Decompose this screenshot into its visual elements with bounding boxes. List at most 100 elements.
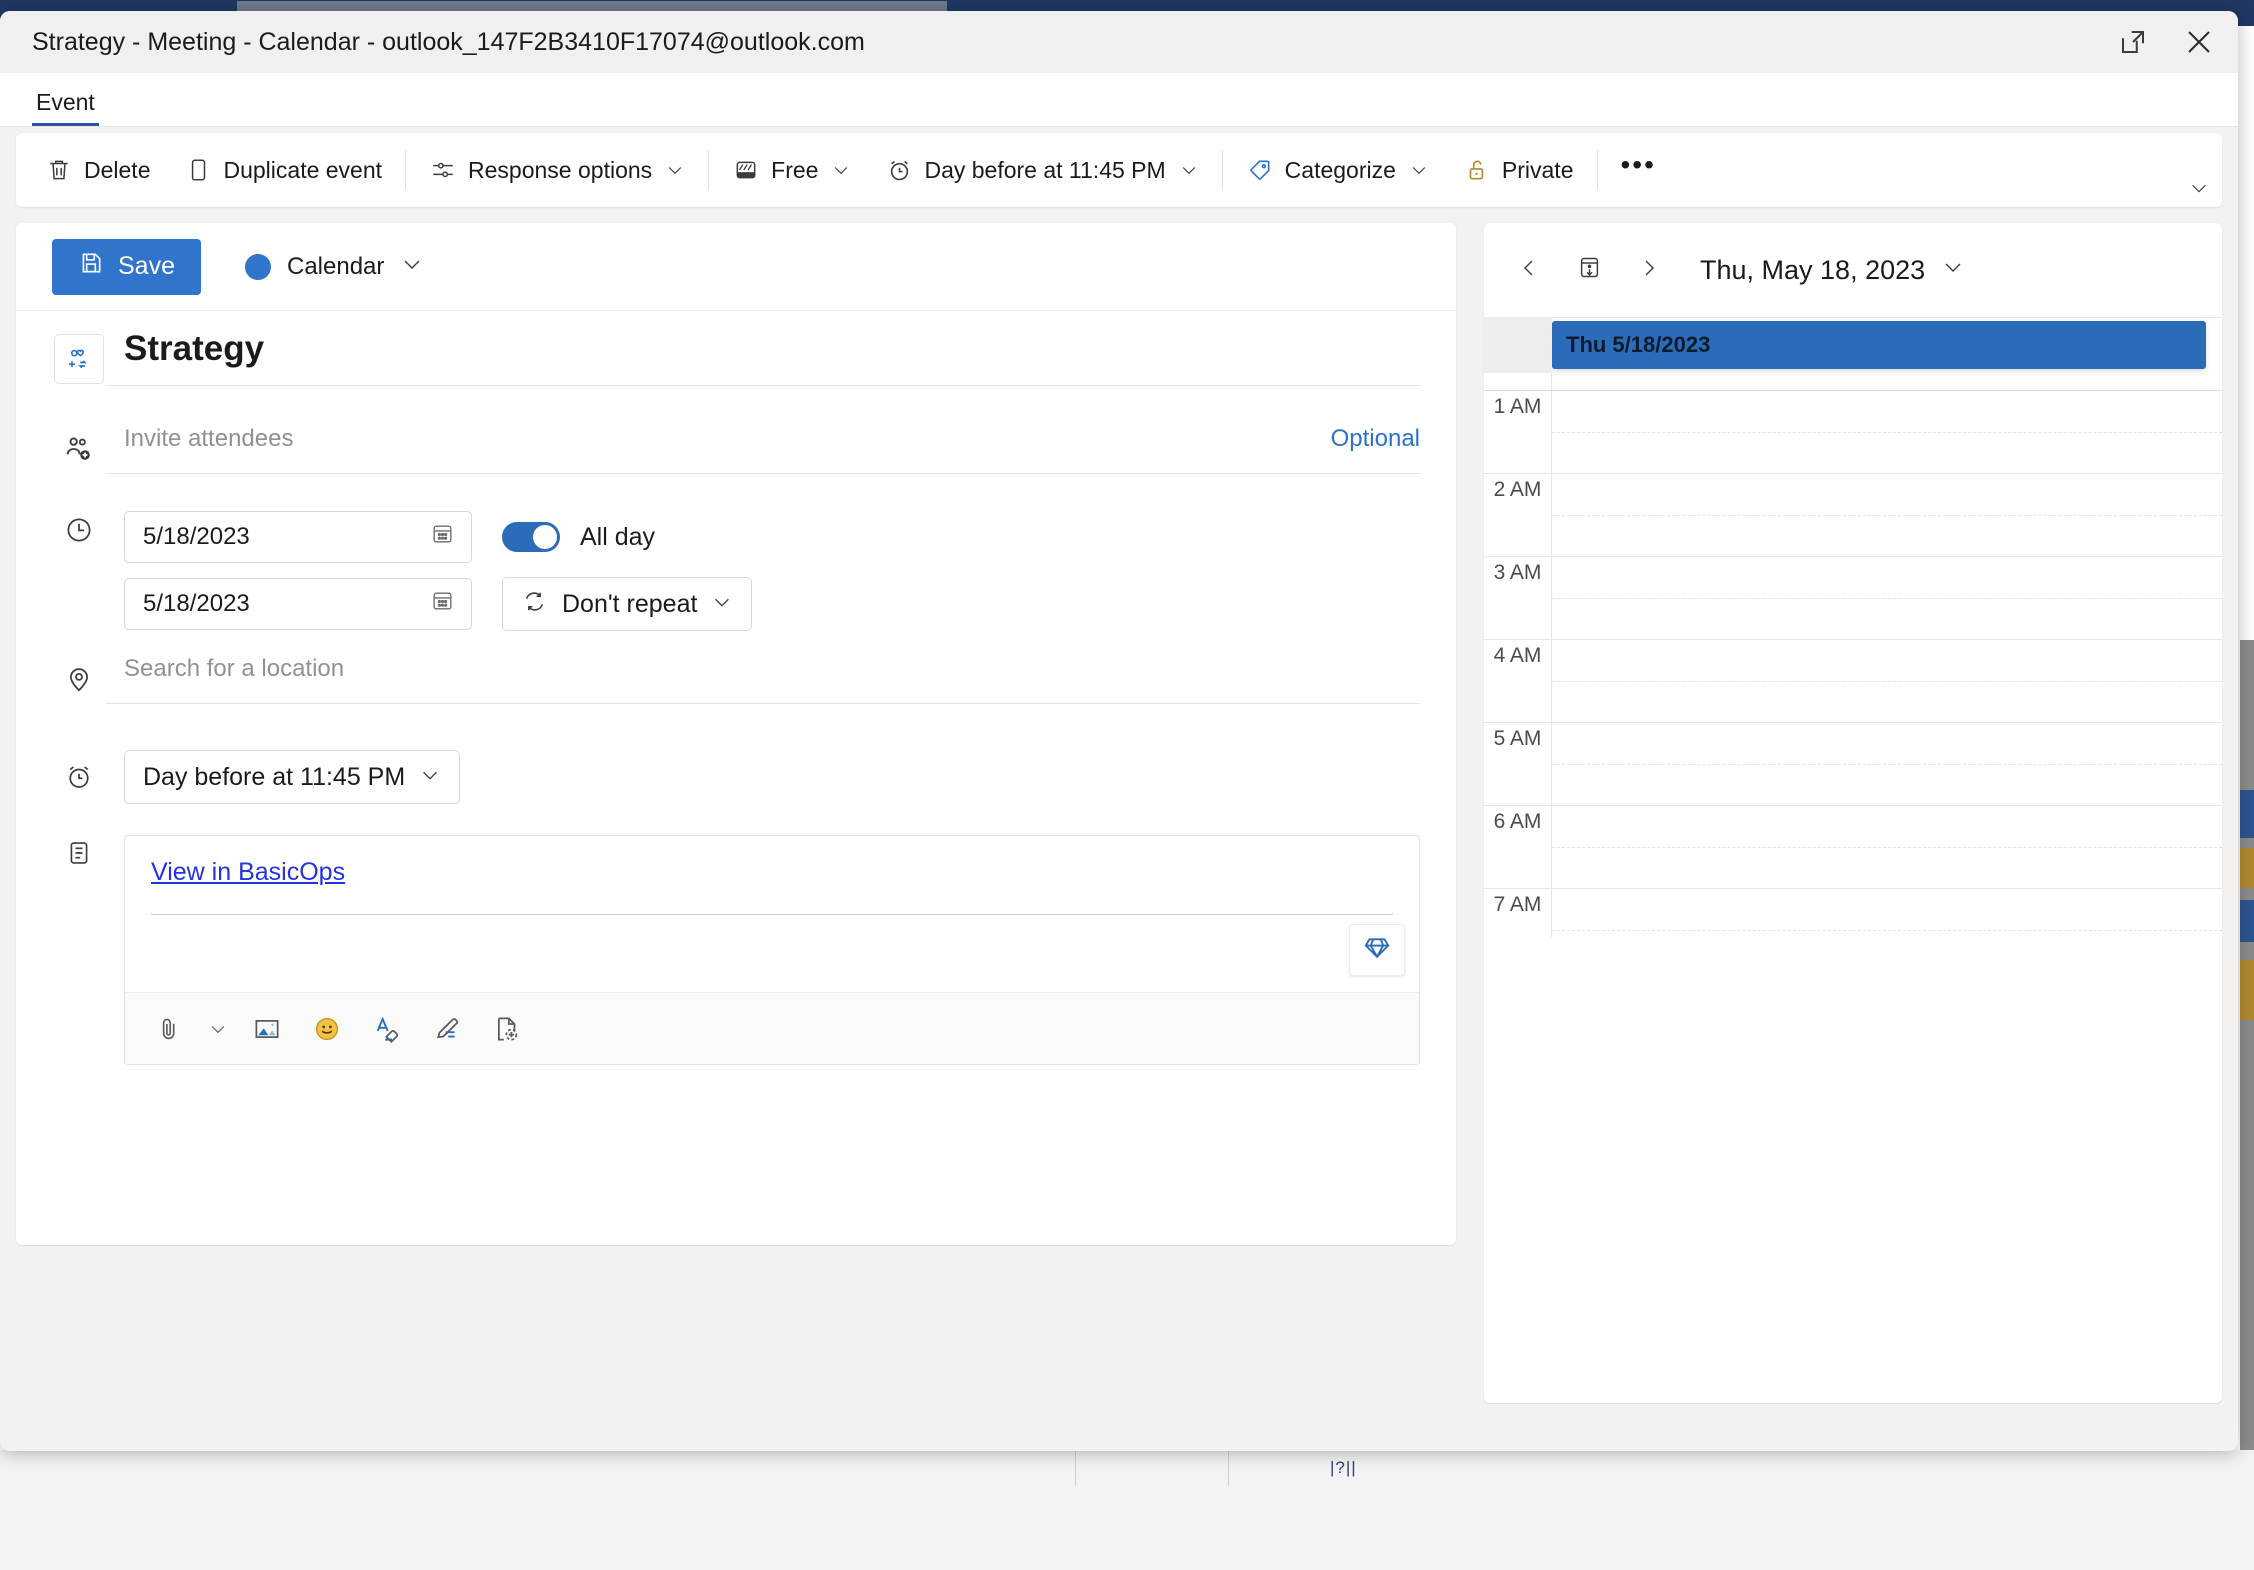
hour-row[interactable]: 6 AM bbox=[1484, 806, 2222, 889]
all-day-toggle[interactable] bbox=[502, 522, 560, 552]
location-row: Search for a location bbox=[16, 631, 1456, 727]
calendar-date-selector[interactable]: Thu, May 18, 2023 bbox=[1700, 255, 1965, 286]
half-hour-line bbox=[1552, 681, 2222, 682]
tab-event-label: Event bbox=[36, 89, 95, 115]
background-decoration bbox=[2240, 960, 2254, 1020]
half-hour-line bbox=[1552, 930, 2222, 931]
pop-out-button[interactable] bbox=[2100, 15, 2166, 69]
event-title-input[interactable]: Strategy bbox=[106, 329, 1420, 386]
event-title-field-wrap: Strategy bbox=[106, 329, 1456, 386]
description-body[interactable]: View in BasicOps bbox=[125, 836, 1419, 986]
categorize-label: Categorize bbox=[1285, 157, 1396, 184]
ribbon-expand-button[interactable] bbox=[2184, 175, 2214, 205]
reminder-button[interactable]: Day before at 11:45 PM bbox=[868, 144, 1215, 196]
attach-options-chevron-down-icon[interactable] bbox=[201, 1019, 235, 1039]
chevron-down-icon bbox=[1409, 160, 1429, 180]
delete-button[interactable]: Delete bbox=[28, 144, 167, 196]
draw-icon[interactable] bbox=[419, 1003, 475, 1055]
editor-premium-button[interactable] bbox=[1349, 924, 1405, 976]
today-icon bbox=[1576, 254, 1603, 286]
hour-row[interactable]: 2 AM bbox=[1484, 474, 2222, 557]
delete-label: Delete bbox=[84, 157, 150, 184]
attach-file-icon[interactable] bbox=[141, 1003, 197, 1055]
all-day-band: Thu 5/18/2023 bbox=[1484, 317, 2222, 391]
calendar-next-button[interactable] bbox=[1630, 251, 1668, 289]
event-title-value: Strategy bbox=[106, 329, 1420, 369]
private-button[interactable]: Private bbox=[1446, 144, 1591, 196]
response-options-label: Response options bbox=[468, 157, 652, 184]
description-editor: View in BasicOps bbox=[124, 835, 1420, 1065]
hour-label-text: 3 AM bbox=[1494, 561, 1542, 585]
repeat-selector[interactable]: Don't repeat bbox=[502, 577, 752, 631]
attendees-field-wrap: Invite attendees Optional bbox=[106, 425, 1456, 474]
save-floppy-icon bbox=[78, 250, 104, 283]
attendees-input[interactable]: Invite attendees bbox=[124, 425, 293, 453]
tab-strip: Event bbox=[0, 73, 2238, 127]
hour-row[interactable]: 5 AM bbox=[1484, 723, 2222, 806]
trash-icon bbox=[45, 156, 73, 184]
insert-picture-icon[interactable] bbox=[239, 1003, 295, 1055]
clear-formatting-icon[interactable] bbox=[359, 1003, 415, 1055]
response-options-button[interactable]: Response options bbox=[412, 144, 702, 196]
event-symbol-icon[interactable] bbox=[54, 334, 104, 384]
duplicate-event-button[interactable]: Duplicate event bbox=[167, 144, 399, 196]
chevron-down-icon bbox=[2188, 177, 2210, 204]
insert-document-icon[interactable] bbox=[479, 1003, 535, 1055]
calendar-name: Calendar bbox=[287, 253, 384, 281]
event-reminder-selector[interactable]: Day before at 11:45 PM bbox=[124, 750, 460, 804]
emoji-icon[interactable] bbox=[299, 1003, 355, 1055]
compose-header: Save Calendar bbox=[16, 223, 1456, 311]
half-hour-line bbox=[1552, 432, 2222, 433]
editor-toolbar bbox=[125, 992, 1419, 1064]
end-date-line: 5/18/2023 bbox=[124, 577, 1420, 631]
hour-row[interactable]: 1 AM bbox=[1484, 391, 2222, 474]
background-divider bbox=[1075, 1450, 1076, 1486]
repeat-icon bbox=[521, 588, 548, 620]
calendar-picker-icon[interactable] bbox=[430, 588, 455, 620]
background-bottom-band bbox=[0, 1450, 2254, 1570]
optional-attendees-link[interactable]: Optional bbox=[1331, 425, 1420, 453]
end-date-input[interactable]: 5/18/2023 bbox=[124, 578, 472, 630]
save-button[interactable]: Save bbox=[52, 239, 201, 295]
pop-out-icon bbox=[2118, 27, 2148, 57]
hour-label: 3 AM bbox=[1484, 557, 1552, 639]
start-date-input[interactable]: 5/18/2023 bbox=[124, 511, 472, 563]
calendar-bottom-mask bbox=[1484, 937, 2222, 1055]
location-field-wrap: Search for a location bbox=[106, 655, 1456, 704]
calendar-picker-icon[interactable] bbox=[430, 521, 455, 553]
background-decoration bbox=[2240, 900, 2254, 942]
window-title: Strategy - Meeting - Calendar - outlook_… bbox=[32, 28, 865, 57]
free-status-button[interactable]: Free bbox=[715, 144, 868, 196]
chevron-down-icon bbox=[665, 160, 685, 180]
end-date-value: 5/18/2023 bbox=[143, 590, 250, 618]
categorize-button[interactable]: Categorize bbox=[1229, 144, 1446, 196]
calendar-selector[interactable]: Calendar bbox=[245, 252, 424, 281]
tab-event[interactable]: Event bbox=[32, 89, 99, 126]
duplicate-icon bbox=[184, 156, 212, 184]
window-title-bar: Strategy - Meeting - Calendar - outlook_… bbox=[0, 11, 2238, 73]
hour-row[interactable]: 3 AM bbox=[1484, 557, 2222, 640]
calendar-prev-button[interactable] bbox=[1510, 251, 1548, 289]
more-commands-button[interactable]: ••• bbox=[1604, 144, 1673, 196]
datetime-row: 5/18/2023 bbox=[16, 495, 1456, 631]
event-reminder-field-wrap: Day before at 11:45 PM bbox=[106, 750, 1456, 804]
private-label: Private bbox=[1502, 157, 1574, 184]
calendar-date-label: Thu, May 18, 2023 bbox=[1700, 255, 1925, 286]
gutter-shade bbox=[1484, 317, 1552, 373]
description-lines-icon bbox=[65, 839, 93, 872]
clock-icon bbox=[64, 515, 94, 550]
location-input[interactable]: Search for a location bbox=[124, 655, 344, 682]
close-button[interactable] bbox=[2166, 15, 2232, 69]
busy-status-icon bbox=[732, 156, 760, 184]
hour-label: 6 AM bbox=[1484, 806, 1552, 888]
datetime-field-wrap: 5/18/2023 bbox=[106, 511, 1456, 631]
description-link[interactable]: View in BasicOps bbox=[151, 858, 345, 886]
hour-row[interactable]: 4 AM bbox=[1484, 640, 2222, 723]
more-commands-label: ••• bbox=[1621, 160, 1656, 180]
all-day-event-chip[interactable]: Thu 5/18/2023 bbox=[1552, 321, 2206, 369]
background-bottom-text: |?|| bbox=[1330, 1458, 1357, 1478]
all-day-toggle-wrap: All day bbox=[502, 522, 655, 552]
ribbon-container: Delete Duplicate event Resp bbox=[0, 127, 2238, 207]
calendar-today-button[interactable] bbox=[1570, 251, 1608, 289]
ribbon-divider bbox=[708, 150, 709, 190]
